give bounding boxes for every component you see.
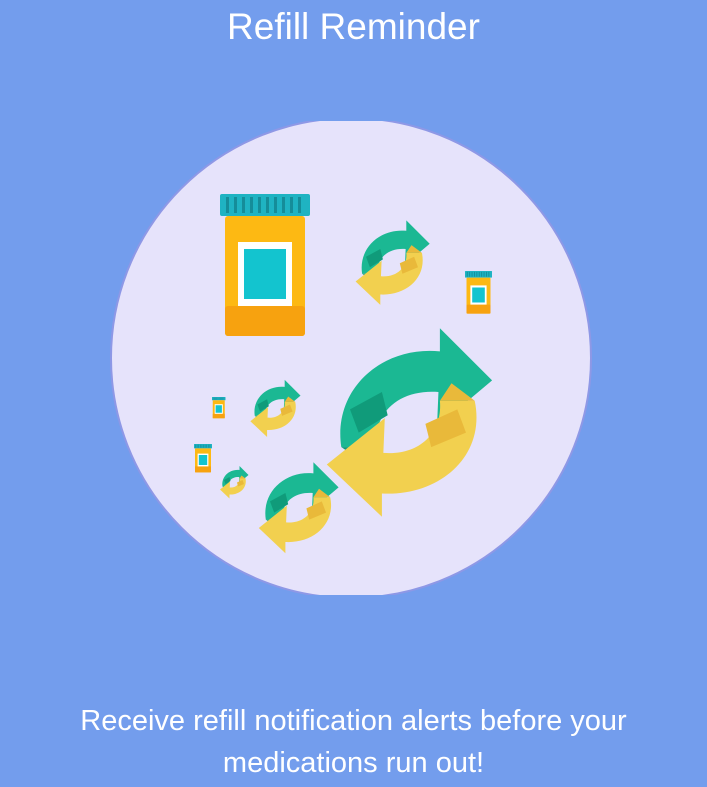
illustration-circle	[110, 121, 592, 595]
pill-bottle-icon	[212, 397, 226, 419]
pill-bottle-icon	[220, 194, 310, 336]
pill-bottle-icon	[465, 271, 492, 314]
refill-illustration	[108, 121, 594, 595]
pill-bottle-icon	[194, 444, 212, 473]
description-text: Receive refill notification alerts befor…	[80, 705, 627, 779]
page-title: Refill Reminder	[227, 6, 480, 47]
